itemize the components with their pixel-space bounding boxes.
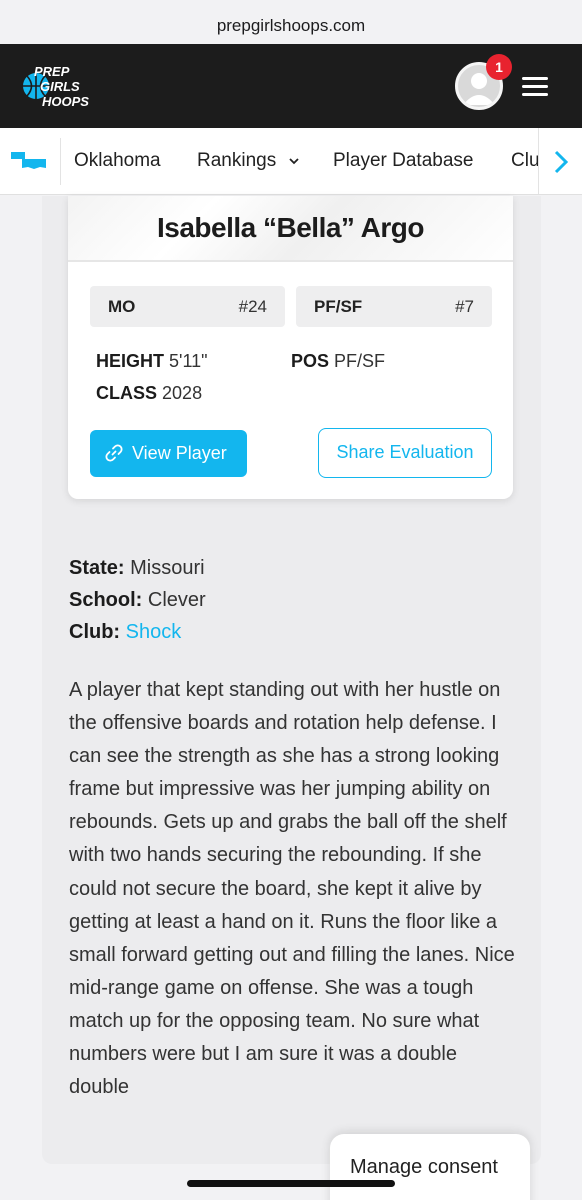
- club-detail: Club: Shock: [69, 621, 181, 644]
- school-detail-value: Clever: [147, 589, 206, 611]
- state-abbr: MO: [108, 297, 136, 316]
- hamburger-line: [522, 93, 548, 96]
- link-icon: [105, 444, 123, 462]
- chevron-down-icon: [288, 158, 299, 165]
- site-nav: Oklahoma Rankings Player Database Clu: [0, 128, 582, 195]
- hamburger-line: [522, 85, 548, 88]
- pos-label: POS: [291, 351, 330, 371]
- logo-text-hoops: HOOPS: [42, 94, 89, 109]
- position-abbr: PF/SF: [314, 297, 363, 316]
- view-player-button[interactable]: View Player: [90, 430, 247, 477]
- logo-text-girls: GIRLS: [40, 79, 80, 94]
- pos-attr: POS PF/SF: [291, 351, 385, 372]
- state-rank: #24: [238, 297, 267, 316]
- club-detail-label: Club:: [69, 621, 121, 643]
- site-logo[interactable]: PREP GIRLS HOOPS: [22, 62, 100, 112]
- hamburger-menu-icon[interactable]: [522, 77, 548, 97]
- nav-item-clubs[interactable]: Clu: [511, 150, 540, 172]
- state-detail-label: State:: [69, 557, 125, 579]
- oklahoma-state-icon[interactable]: [10, 151, 48, 171]
- club-link[interactable]: Shock: [126, 621, 182, 643]
- nav-item-player-database[interactable]: Player Database: [333, 150, 473, 172]
- class-attr: CLASS 2028: [96, 383, 202, 404]
- pos-value: PF/SF: [334, 351, 386, 371]
- logo-graphic: PREP GIRLS HOOPS: [23, 64, 89, 109]
- nav-item-rankings[interactable]: Rankings: [197, 150, 300, 172]
- class-value: 2028: [162, 383, 203, 403]
- class-label: CLASS: [96, 383, 158, 403]
- state-detail-value: Missouri: [130, 557, 205, 579]
- school-detail-label: School:: [69, 589, 143, 611]
- nav-item-oklahoma[interactable]: Oklahoma: [74, 150, 161, 172]
- height-attr: HEIGHT 5'11": [96, 351, 208, 372]
- url-text[interactable]: prepgirlshoops.com: [0, 16, 582, 36]
- position-rank-pill: PF/SF #7: [296, 286, 492, 327]
- logo-text-prep: PREP: [34, 64, 70, 79]
- chevron-right-icon[interactable]: [551, 149, 571, 175]
- hamburger-line: [522, 77, 548, 80]
- height-label: HEIGHT: [96, 351, 165, 371]
- view-player-label: View Player: [132, 443, 227, 463]
- height-value: 5'11": [169, 351, 208, 371]
- nav-item-rankings-label: Rankings: [197, 150, 277, 171]
- notification-badge[interactable]: 1: [486, 54, 512, 80]
- state-detail: State: Missouri: [69, 557, 205, 580]
- manage-consent-button[interactable]: Manage consent: [330, 1134, 530, 1200]
- browser-url-bar[interactable]: prepgirlshoops.com: [0, 0, 582, 44]
- school-detail: School: Clever: [69, 589, 206, 612]
- evaluation-text: A player that kept standing out with her…: [69, 679, 515, 1099]
- home-indicator[interactable]: [187, 1180, 395, 1187]
- nav-divider: [60, 138, 61, 185]
- share-evaluation-button[interactable]: Share Evaluation: [318, 428, 492, 478]
- manage-consent-label: Manage consent: [350, 1156, 498, 1178]
- player-name: Isabella “Bella” Argo: [157, 212, 425, 243]
- position-rank: #7: [455, 297, 474, 316]
- state-rank-pill: MO #24: [90, 286, 285, 327]
